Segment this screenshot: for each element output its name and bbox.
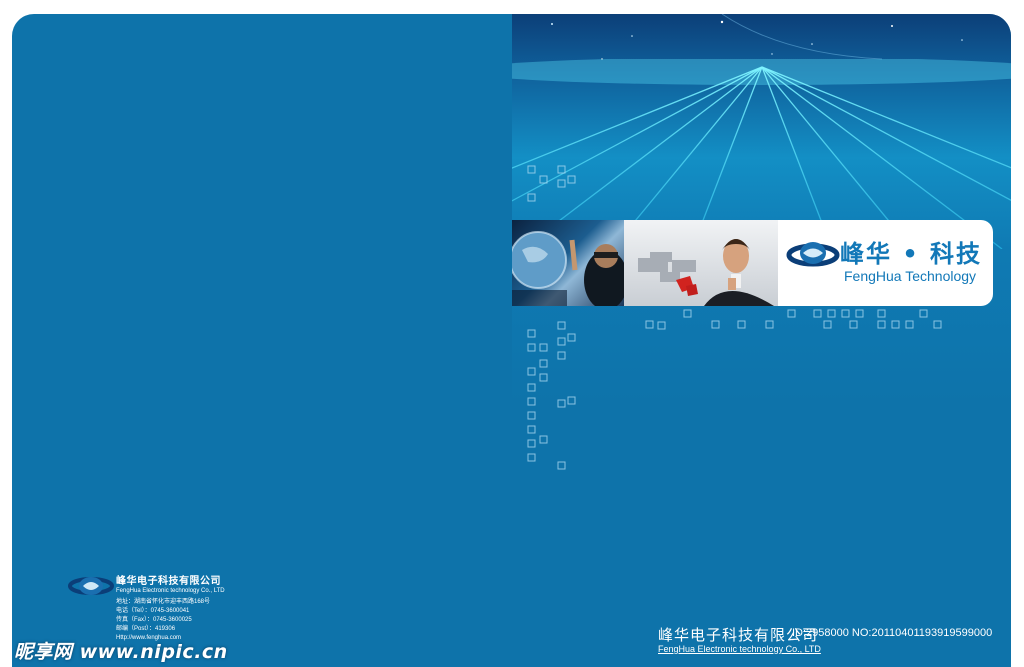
- swirl-logo-icon: [68, 577, 114, 595]
- square-pattern-decoration: [527, 165, 942, 470]
- earth-touchscreen-photo: [512, 220, 624, 306]
- back-address: 地址：湖南省怀化市迎丰西路168号: [116, 599, 211, 605]
- back-company-english: FengHua Electronic technology Co., LTD: [116, 588, 225, 594]
- back-company-name: 峰华电子科技有限公司: [116, 576, 221, 587]
- back-contact-block: 峰华电子科技有限公司 FengHua Electronic technology…: [116, 572, 225, 643]
- swirl-logo-icon: [786, 242, 840, 267]
- brand-name-chinese: 峰华 • 科技: [840, 240, 983, 268]
- brand-banner: 峰华 • 科技 FengHua Technology: [512, 220, 993, 306]
- watermark-id: ID:2958000 NO:20110401193919599000: [792, 627, 993, 639]
- back-fax: 传真（Fax）：0745-3600025: [116, 617, 192, 623]
- brand-logo-box: 峰华 • 科技 FengHua Technology: [778, 220, 993, 306]
- front-cover: 峰华 • 科技 FengHua Technology: [512, 14, 1011, 667]
- brochure-cover: 峰华电子科技有限公司 FengHua Electronic technology…: [12, 14, 1011, 667]
- back-tel: 电话（Tel）：0745-3600041: [116, 608, 190, 614]
- brand-name-english: FengHua Technology: [844, 268, 977, 284]
- back-post: 邮编（Post）：419306: [116, 626, 176, 632]
- businessman-photo: [624, 220, 778, 306]
- watermark-site: 昵享网 www.nipic.cn: [14, 641, 228, 663]
- front-footer-company-english: FengHua Electronic technology Co., LTD: [658, 644, 821, 654]
